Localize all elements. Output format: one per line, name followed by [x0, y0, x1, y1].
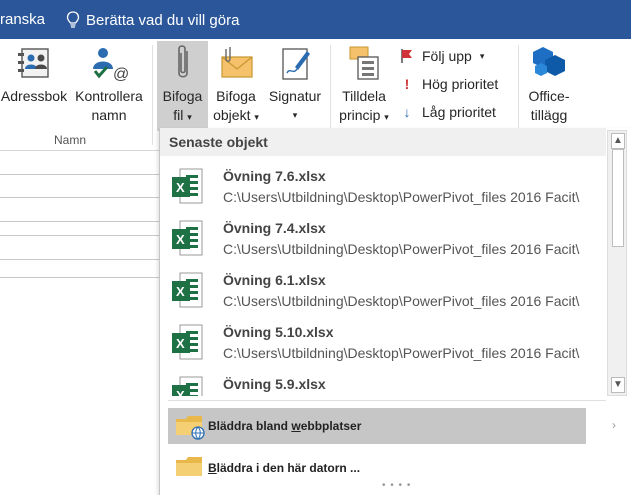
recent-items-header: Senaste objekt	[160, 128, 606, 156]
signatur-button[interactable]: Signatur ▾	[264, 43, 326, 125]
flag-icon	[401, 49, 412, 63]
adressbok-label: Adressbok	[0, 88, 68, 104]
address-book-icon	[18, 48, 49, 78]
folj-upp-label: Följ upp	[422, 48, 472, 64]
recent-item-name: Övning 7.6.xlsx	[223, 168, 326, 184]
hog-prioritet-button[interactable]: ! Hög prioritet	[400, 73, 499, 95]
recent-item[interactable]: X Övning 5.9.xlsx	[160, 368, 606, 396]
recent-item[interactable]: X Övning 7.6.xlsx C:\Users\Utbildning\De…	[160, 160, 606, 212]
svg-text:X: X	[176, 180, 185, 195]
chevron-down-icon: ▾	[292, 110, 298, 120]
tilldela-princip-button[interactable]: Tilldela princip ▾	[334, 43, 394, 127]
bifoga-fil-label-1: Bifoga	[162, 88, 203, 104]
office-tillagg-button[interactable]: Office- tillägg	[522, 43, 576, 125]
browse-pc-label: Bläddra i den här datorn ...	[208, 461, 361, 475]
excel-file-icon: X	[172, 324, 203, 360]
bifoga-fil-button[interactable]: Bifoga fil ▾	[157, 41, 208, 131]
office-label-1: Office-	[528, 88, 570, 104]
excel-file-icon: X	[172, 376, 203, 396]
field-line	[0, 221, 160, 222]
svg-text:@: @	[113, 66, 129, 83]
recent-item-name: Övning 5.9.xlsx	[223, 376, 326, 392]
recent-item-path: C:\Users\Utbildning\Desktop\PowerPivot_f…	[223, 345, 580, 361]
svg-text:X: X	[176, 232, 185, 247]
recent-item-name: Övning 6.1.xlsx	[223, 272, 326, 288]
tilldela-label-2: princip ▾	[339, 107, 389, 123]
recent-item-path: C:\Users\Utbildning\Desktop\PowerPivot_f…	[223, 241, 580, 257]
high-importance-icon: !	[404, 76, 410, 92]
adressbok-button[interactable]: Adressbok	[0, 43, 68, 106]
excel-file-icon: X	[172, 220, 203, 256]
scroll-thumb[interactable]	[612, 149, 624, 247]
field-line	[0, 235, 160, 236]
excel-file-icon: X	[172, 272, 203, 308]
recent-item-path: C:\Users\Utbildning\Desktop\PowerPivot_f…	[223, 293, 580, 309]
recent-item[interactable]: X Övning 6.1.xlsx C:\Users\Utbildning\De…	[160, 264, 606, 316]
dropdown-divider	[168, 400, 606, 401]
recent-item-name: Övning 7.4.xlsx	[223, 220, 326, 236]
svg-text:X: X	[176, 284, 185, 299]
kontrollera-label-1: Kontrollera	[75, 88, 143, 104]
ribbon-separator	[152, 45, 153, 145]
resize-grip-icon[interactable]: • • • •	[382, 480, 411, 491]
office-addins-icon	[533, 47, 565, 76]
folder-icon	[168, 450, 208, 486]
attach-file-dropdown: Senaste objekt X Övning 7.6.xlsx C:\User…	[159, 128, 631, 495]
recent-item-name: Övning 5.10.xlsx	[223, 324, 334, 340]
chevron-down-icon: ▾	[187, 112, 192, 122]
svg-text:X: X	[176, 336, 185, 351]
web-folder-icon	[168, 408, 208, 444]
recent-item[interactable]: X Övning 7.4.xlsx C:\Users\Utbildning\De…	[160, 212, 606, 264]
assign-policy-icon	[349, 46, 379, 80]
tell-me-label: Berätta vad du vill göra	[86, 11, 240, 29]
hog-prioritet-label: Hög prioritet	[422, 76, 499, 92]
excel-file-icon: X	[172, 168, 203, 204]
browse-web-locations-button[interactable]: Bläddra bland webbplatser	[168, 408, 586, 444]
recent-items-list: X Övning 7.6.xlsx C:\Users\Utbildning\De…	[160, 156, 606, 396]
field-line	[0, 259, 160, 260]
field-line	[0, 174, 160, 175]
scroll-up-icon[interactable]: ▲	[611, 133, 625, 149]
signatur-label: Signatur	[268, 88, 322, 104]
bifoga-objekt-label-1: Bifoga	[216, 88, 256, 104]
namn-group-label: Namn	[54, 133, 87, 147]
scroll-down-icon[interactable]: ▼	[611, 377, 625, 393]
chevron-down-icon: ▾	[384, 112, 389, 122]
title-partial-text: ranska	[0, 11, 46, 28]
kontrollera-label-2: namn	[91, 107, 127, 123]
paperclip-icon	[177, 45, 188, 78]
folj-upp-button[interactable]: Följ upp ▾	[400, 45, 484, 67]
field-line	[0, 197, 160, 198]
svg-text:X: X	[176, 388, 185, 396]
attach-item-icon	[221, 47, 253, 78]
chevron-down-icon: ▾	[254, 112, 259, 122]
low-importance-icon: ↓	[403, 104, 411, 120]
title-bar: ranska Berätta vad du vill göra	[0, 0, 631, 39]
browse-this-pc-button[interactable]: Bläddra i den här datorn ...	[168, 450, 586, 486]
bifoga-fil-label-2: fil ▾	[173, 107, 192, 123]
check-names-icon: @	[93, 48, 129, 83]
tell-me-box[interactable]: Berätta vad du vill göra	[66, 9, 239, 31]
kontrollera-namn-button[interactable]: @ Kontrollera namn	[70, 43, 148, 125]
compose-area	[0, 150, 160, 495]
tilldela-label-1: Tilldela	[342, 88, 386, 104]
bifoga-objekt-button[interactable]: Bifoga objekt ▾	[210, 43, 262, 127]
lag-prioritet-button[interactable]: ↓ Låg prioritet	[400, 101, 496, 123]
recent-item-path: C:\Users\Utbildning\Desktop\PowerPivot_f…	[223, 189, 580, 205]
vertical-scrollbar[interactable]: ▲ ▼	[607, 130, 627, 396]
browse-web-label: Bläddra bland webbplatser	[208, 419, 362, 433]
office-label-2: tillägg	[530, 107, 568, 123]
signature-icon	[282, 48, 310, 80]
chevron-down-icon: ▾	[479, 50, 485, 61]
recent-item[interactable]: X Övning 5.10.xlsx C:\Users\Utbildning\D…	[160, 316, 606, 368]
bifoga-objekt-label-2: objekt ▾	[213, 107, 259, 123]
lightbulb-icon	[66, 11, 80, 28]
field-line	[0, 277, 160, 278]
chevron-right-icon: ›	[612, 418, 616, 432]
lag-prioritet-label: Låg prioritet	[422, 104, 496, 120]
